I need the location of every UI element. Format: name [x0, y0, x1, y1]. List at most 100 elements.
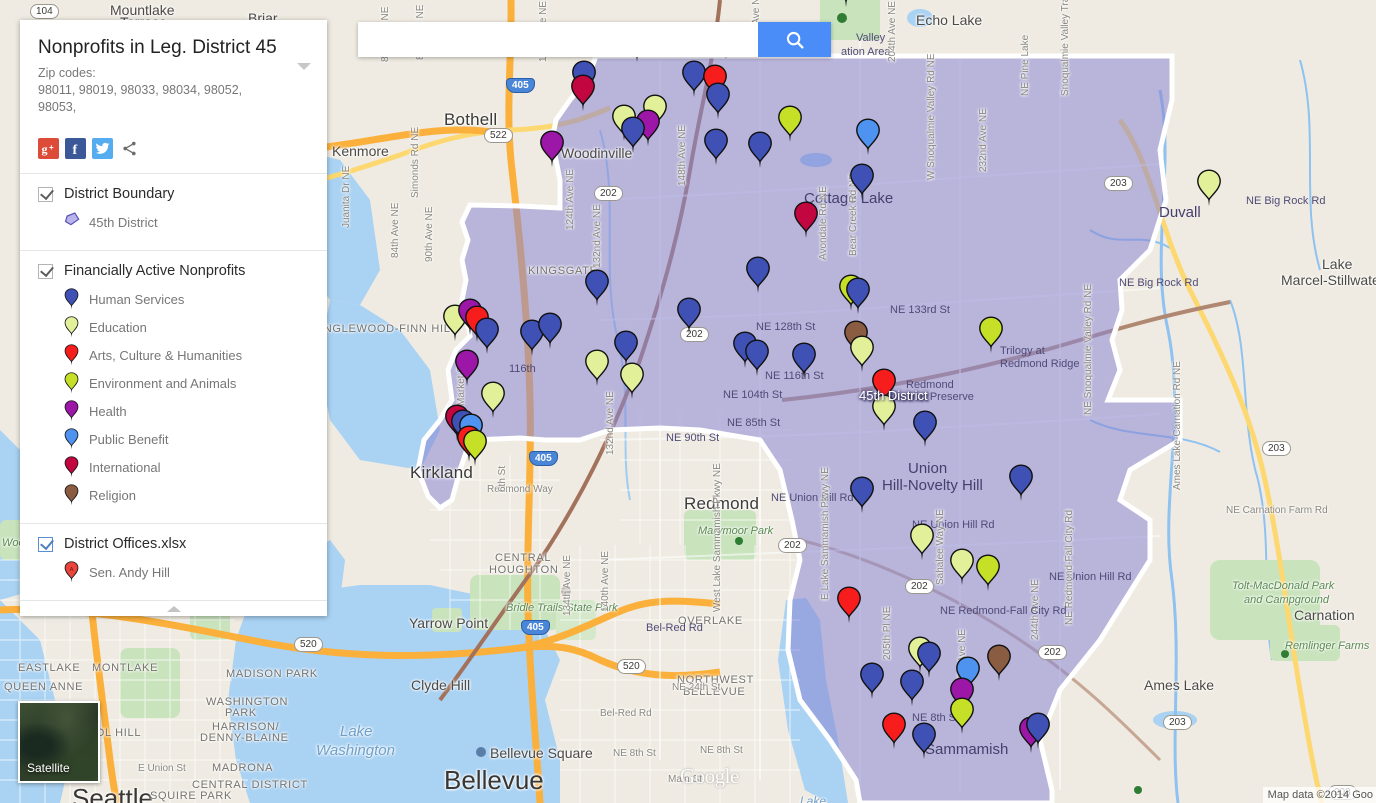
map-marker[interactable]: [845, 277, 871, 315]
zip-codes-label: Zip codes:: [38, 66, 96, 80]
map-marker[interactable]: [836, 586, 862, 624]
map-marker[interactable]: [911, 722, 937, 760]
svg-text:+: +: [49, 143, 54, 152]
map-marker[interactable]: [881, 712, 907, 750]
map-marker[interactable]: [978, 316, 1004, 354]
legend-item-label: Environment and Animals: [89, 375, 237, 391]
panel-collapse-toggle[interactable]: [20, 600, 327, 616]
legend-item[interactable]: Health: [38, 397, 309, 425]
map-marker[interactable]: [570, 74, 596, 112]
map-pin-icon: [64, 288, 80, 310]
map-marker[interactable]: [855, 118, 881, 156]
map-marker[interactable]: [949, 697, 975, 735]
highway-shield: 520: [294, 637, 323, 652]
highway-shield: 202: [905, 579, 934, 594]
google-plus-share-button[interactable]: g +: [38, 138, 59, 159]
generic-share-button[interactable]: [119, 138, 140, 159]
checkbox-financially-active-nonprofits[interactable]: [38, 263, 53, 279]
legend-item[interactable]: Arts, Culture & Humanities: [38, 341, 309, 369]
highway-shield: 202: [778, 538, 807, 553]
map-marker[interactable]: [537, 312, 563, 350]
map-marker[interactable]: [949, 548, 975, 586]
map-attribution: Map data ©2014 Goo: [1262, 787, 1376, 803]
zip-codes-block: Zip codes: 98011, 98019, 98033, 98034, 9…: [38, 65, 283, 116]
legend-section-header: District Boundary: [38, 186, 309, 202]
map-marker[interactable]: [899, 669, 925, 707]
map-marker[interactable]: [849, 163, 875, 201]
highway-shield: 520: [617, 659, 646, 674]
legend-item[interactable]: Environment and Animals: [38, 369, 309, 397]
legend-section-district-offices-xlsx: District Offices.xlsx A Sen. Andy Hill: [20, 523, 327, 600]
legend-item[interactable]: A Sen. Andy Hill: [38, 558, 309, 586]
legend-item[interactable]: Public Benefit: [38, 425, 309, 453]
facebook-share-button[interactable]: f: [65, 138, 86, 159]
legend-item[interactable]: Human Services: [38, 285, 309, 313]
highway-shield: 405: [521, 620, 550, 635]
svg-text:f: f: [72, 143, 77, 157]
map-marker[interactable]: [705, 82, 731, 120]
search-input[interactable]: [358, 22, 758, 57]
legend-item-label: 45th District: [89, 214, 158, 230]
map-marker[interactable]: [986, 644, 1012, 682]
map-marker[interactable]: [871, 394, 897, 432]
legend-section-label: District Boundary: [64, 186, 175, 202]
map-marker[interactable]: [676, 297, 702, 335]
map-marker[interactable]: [912, 410, 938, 448]
legend-section-header: Financially Active Nonprofits: [38, 263, 309, 279]
search-bar[interactable]: [358, 22, 831, 57]
map-marker[interactable]: [1196, 169, 1222, 207]
legend-item-label: Human Services: [89, 291, 185, 307]
share-icon: [123, 141, 136, 156]
map-marker[interactable]: [859, 662, 885, 700]
map-marker[interactable]: [849, 476, 875, 514]
page-title: Nonprofits in Leg. District 45: [38, 37, 277, 58]
map-marker[interactable]: [833, 0, 859, 8]
map-marker[interactable]: [703, 128, 729, 166]
map-marker[interactable]: [584, 349, 610, 387]
map-legend-panel: Nonprofits in Leg. District 45 Zip codes…: [20, 20, 327, 616]
map-marker[interactable]: [975, 554, 1001, 592]
highway-shield: 405: [529, 451, 558, 466]
highway-shield: 202: [594, 186, 623, 201]
map-marker[interactable]: [454, 349, 480, 387]
map-marker[interactable]: [1008, 464, 1034, 502]
legend-section-header: District Offices.xlsx: [38, 536, 309, 552]
legend-item[interactable]: Education: [38, 313, 309, 341]
map-marker[interactable]: [793, 201, 819, 239]
chevron-down-icon[interactable]: [297, 63, 311, 70]
map-marker[interactable]: [745, 256, 771, 294]
twitter-share-button[interactable]: [92, 138, 113, 159]
checkbox-district-offices-xlsx[interactable]: [38, 536, 53, 552]
search-icon: [786, 31, 804, 49]
highway-shield: 203: [1262, 441, 1291, 456]
search-button[interactable]: [758, 22, 831, 57]
social-share-row: g + f: [20, 126, 327, 173]
map-marker[interactable]: [620, 116, 646, 154]
facebook-icon: f: [72, 143, 77, 157]
map-marker[interactable]: [619, 362, 645, 400]
map-marker[interactable]: [747, 131, 773, 169]
legend-item[interactable]: Religion: [38, 481, 309, 509]
legend-item-label: Education: [89, 319, 147, 335]
map-pin-letter-icon: A: [64, 561, 80, 583]
map-marker[interactable]: [539, 130, 565, 168]
map-pin-icon: [64, 316, 80, 338]
svg-text:g: g: [41, 142, 47, 156]
checkbox-district-boundary[interactable]: [38, 186, 53, 202]
map-marker[interactable]: [744, 339, 770, 377]
highway-shield: 203: [1104, 176, 1133, 191]
legend-item[interactable]: 45th District: [38, 208, 309, 236]
map-marker[interactable]: [462, 429, 488, 467]
map-marker[interactable]: [1025, 712, 1051, 750]
map-marker[interactable]: [791, 342, 817, 380]
highway-shield: 405: [506, 78, 535, 93]
legend-item-label: Arts, Culture & Humanities: [89, 347, 243, 363]
legend-item-label: Sen. Andy Hill: [89, 564, 170, 580]
map-marker[interactable]: [777, 105, 803, 143]
satellite-basemap-toggle[interactable]: Satellite: [18, 701, 100, 783]
map-marker[interactable]: [584, 269, 610, 307]
map-pin-icon: [64, 372, 80, 394]
legend-item[interactable]: International: [38, 453, 309, 481]
map-marker[interactable]: [909, 523, 935, 561]
twitter-bird-icon: [95, 142, 110, 154]
